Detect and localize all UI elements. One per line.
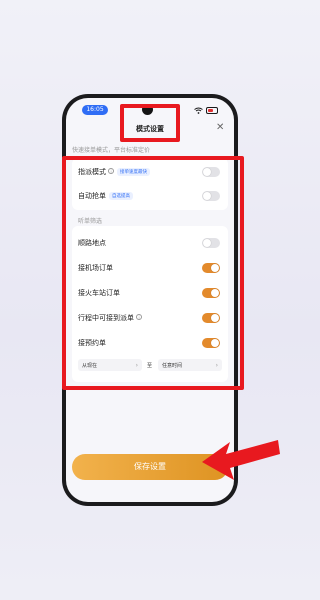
annotation-arrow-icon <box>202 440 280 480</box>
close-icon[interactable]: ✕ <box>216 123 224 133</box>
annotation-box-settings <box>62 156 244 390</box>
annotation-box-title <box>120 104 180 142</box>
wifi-icon <box>194 107 203 114</box>
status-time: 16:05 <box>82 105 108 115</box>
mode-subheader: 快速接单模式，平台标准定价 <box>72 147 151 154</box>
battery-icon <box>206 107 218 114</box>
